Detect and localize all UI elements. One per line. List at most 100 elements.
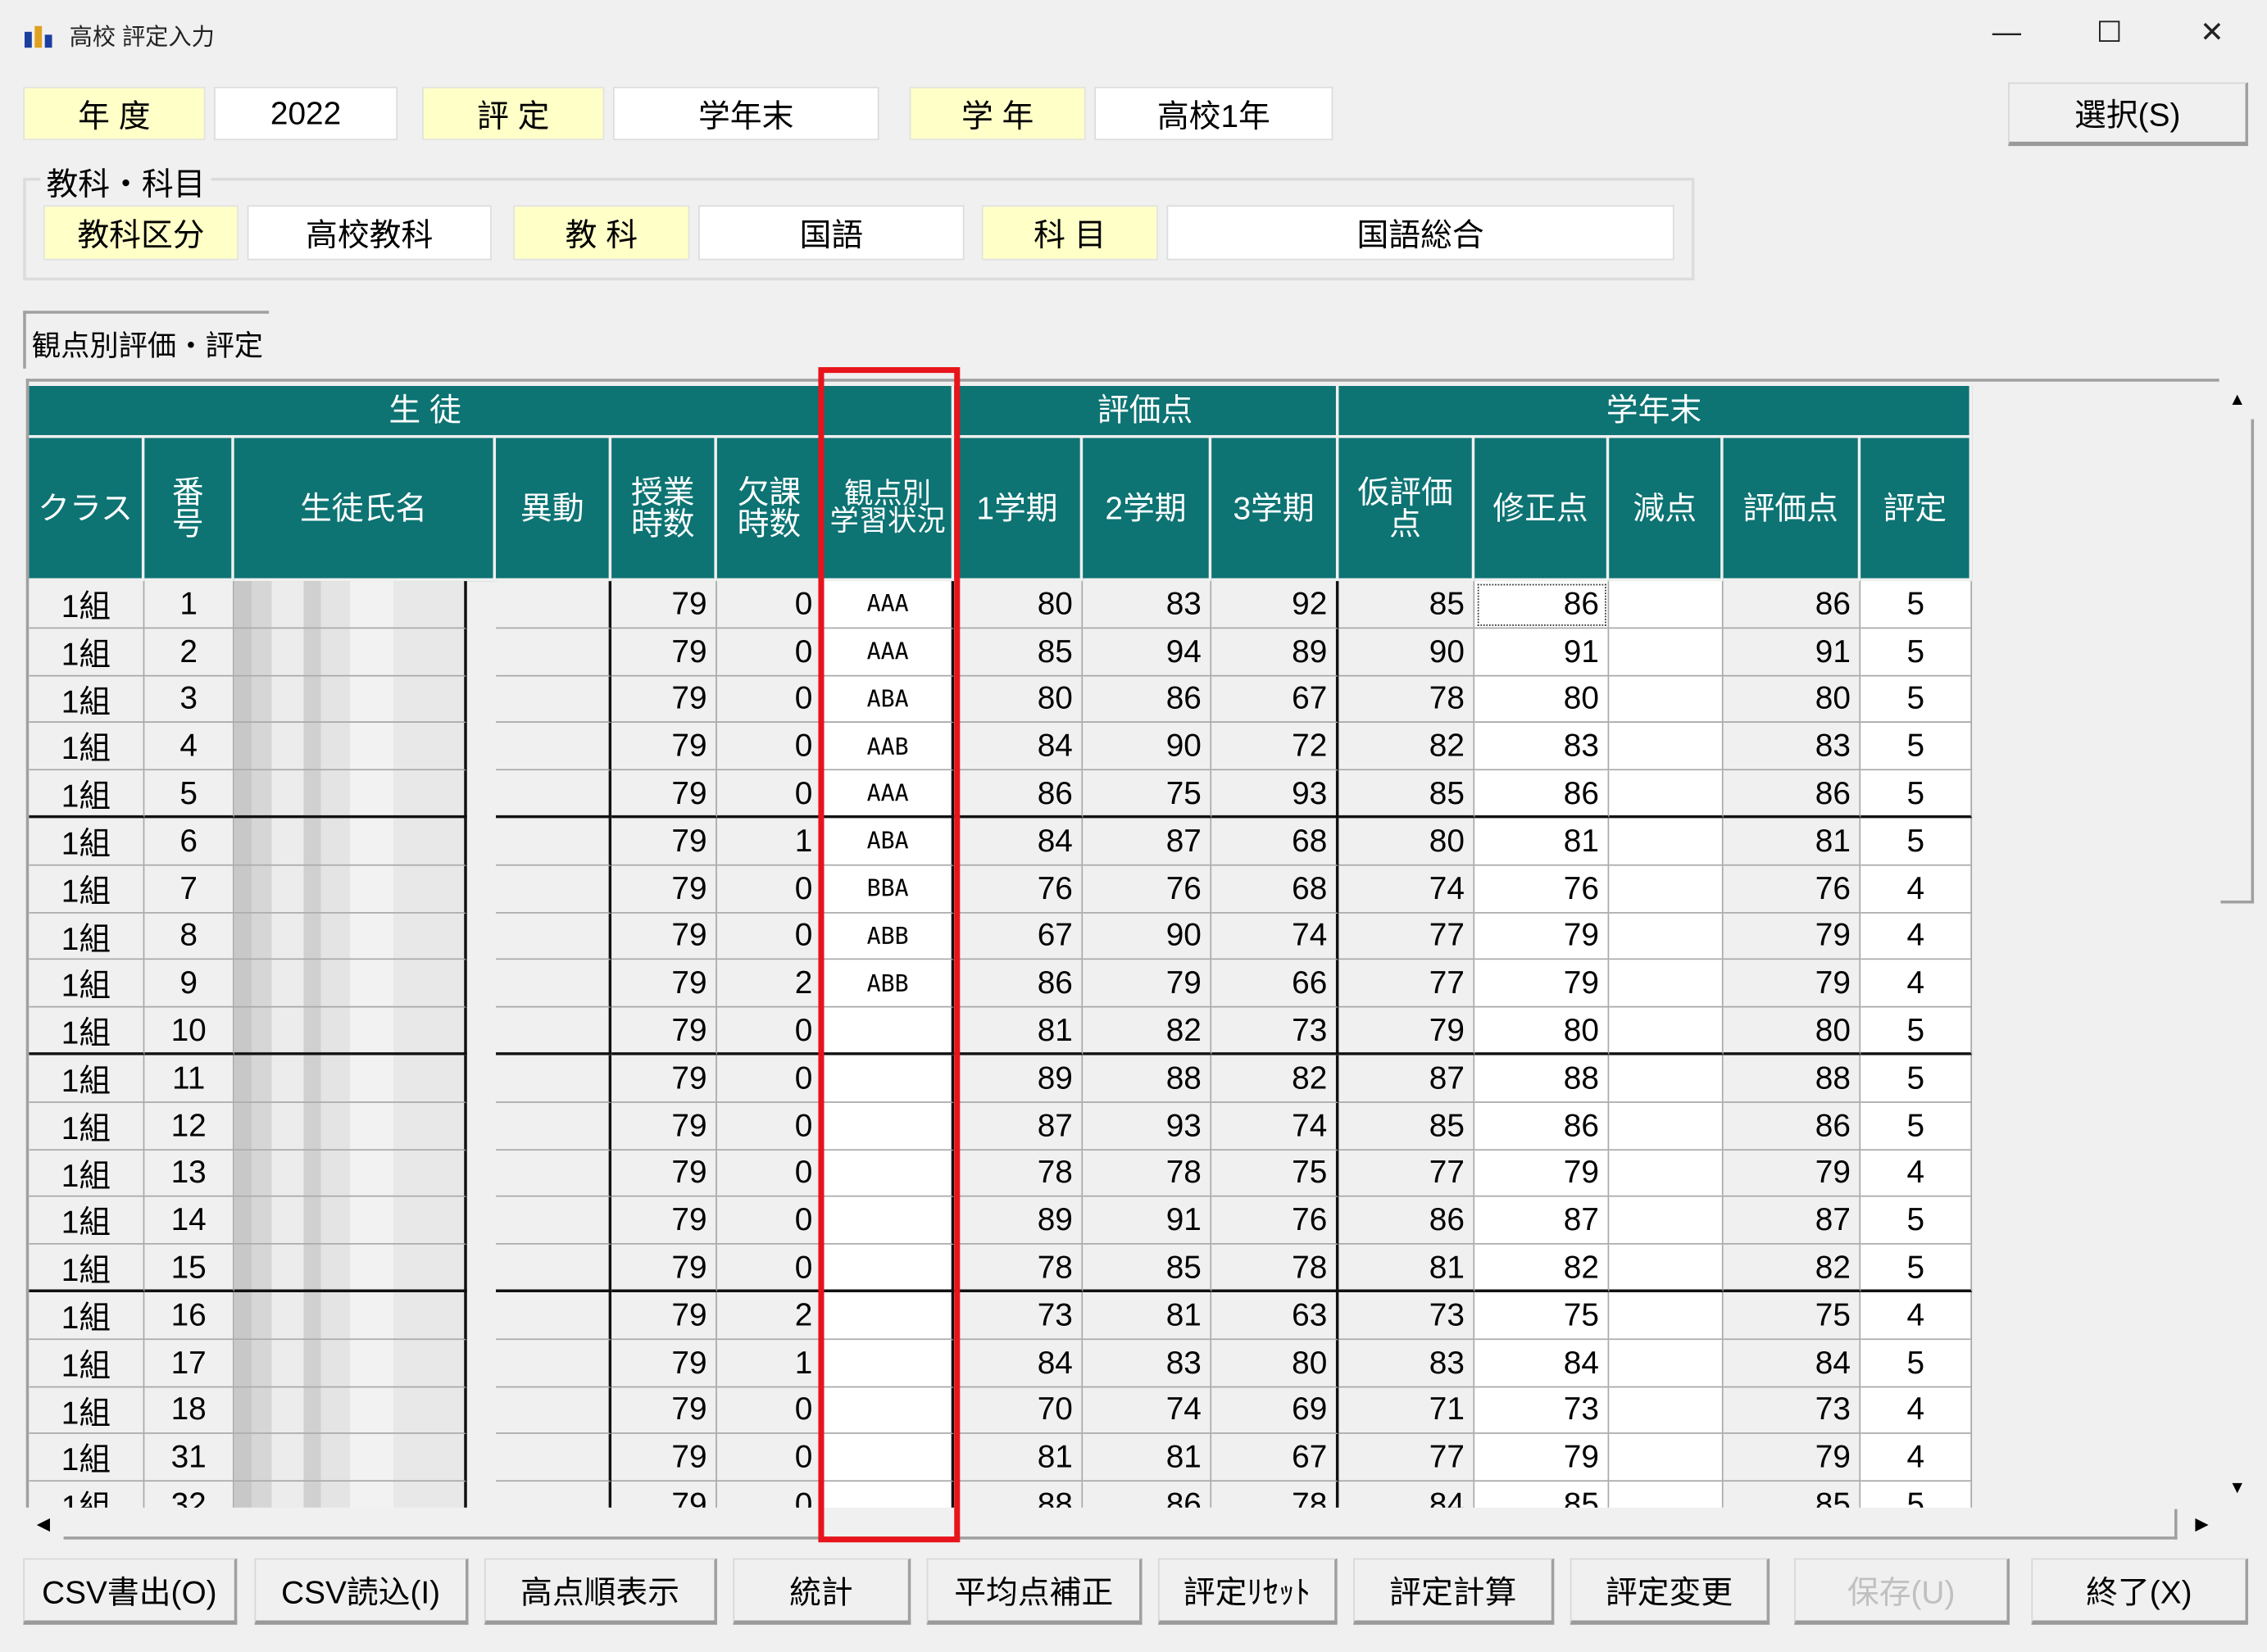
column-header[interactable]: 観点別 学習状況 — [824, 438, 955, 582]
year-field[interactable]: 2022 — [214, 86, 398, 141]
grid-cell-corrected-score[interactable]: 86 — [1474, 581, 1610, 629]
grade-change-button[interactable]: 評定変更 — [1570, 1558, 1770, 1625]
statistics-button[interactable]: 統計 — [733, 1558, 911, 1625]
grade-reset-button[interactable]: 評定ﾘｾｯﾄ — [1157, 1558, 1338, 1625]
grid-cell-corrected-score[interactable]: 84 — [1474, 1339, 1610, 1387]
grid-cell-deduction[interactable] — [1609, 1055, 1724, 1103]
column-header[interactable]: 仮評価点 — [1338, 438, 1475, 582]
grid-cell-corrected-score[interactable]: 83 — [1474, 723, 1610, 771]
grid-cell-corrected-score[interactable]: 79 — [1474, 913, 1610, 960]
grid-cell-viewpoint-status[interactable] — [824, 1386, 955, 1435]
exit-button[interactable]: 終了(X) — [2031, 1558, 2249, 1625]
grid-cell-corrected-score[interactable]: 82 — [1474, 1245, 1610, 1292]
grid-cell-deduction[interactable] — [1609, 628, 1724, 676]
column-header[interactable]: 欠課時数 — [716, 438, 825, 582]
select-button[interactable]: 選択(S) — [2008, 82, 2249, 147]
grid-cell-corrected-score[interactable]: 73 — [1474, 1386, 1610, 1435]
grid-cell-deduction[interactable] — [1609, 581, 1724, 629]
grid-cell-viewpoint-status[interactable] — [824, 1292, 955, 1340]
evaluation-field[interactable]: 学年末 — [612, 86, 879, 141]
column-header[interactable]: 2学期 — [1083, 438, 1212, 582]
column-header[interactable]: 減点 — [1609, 438, 1724, 582]
grid-cell-deduction[interactable] — [1609, 1482, 1724, 1508]
grid-cell-viewpoint-status[interactable]: ABA — [824, 675, 955, 724]
average-adjust-button[interactable]: 平均点補正 — [926, 1558, 1143, 1625]
column-header[interactable]: 評価点 — [1723, 438, 1861, 582]
grid-cell-viewpoint-status[interactable] — [824, 1245, 955, 1292]
grid-cell-viewpoint-status[interactable] — [824, 1055, 955, 1103]
column-header[interactable]: 1学期 — [954, 438, 1084, 582]
grid-cell-viewpoint-status[interactable] — [824, 1197, 955, 1246]
column-header[interactable]: クラス — [29, 438, 145, 582]
grid-cell-corrected-score[interactable]: 79 — [1474, 1150, 1610, 1198]
scroll-left-arrow-icon[interactable]: ◀ — [26, 1508, 61, 1541]
column-header[interactable]: 生徒氏名 — [234, 438, 497, 582]
scroll-right-arrow-icon[interactable]: ▶ — [2184, 1508, 2219, 1541]
grid-cell-viewpoint-status[interactable]: ABB — [824, 913, 955, 960]
scroll-up-arrow-icon[interactable]: ▲ — [2219, 382, 2256, 416]
column-header[interactable]: 3学期 — [1211, 438, 1339, 582]
grid-cell-viewpoint-status[interactable] — [824, 1150, 955, 1198]
grid-cell-deduction[interactable] — [1609, 770, 1724, 819]
grid-cell-corrected-score[interactable]: 86 — [1474, 770, 1610, 819]
grid-cell-corrected-score[interactable]: 75 — [1474, 1292, 1610, 1340]
grid-cell-deduction[interactable] — [1609, 1102, 1724, 1150]
grid-cell-deduction[interactable] — [1609, 1150, 1724, 1198]
grid-cell-viewpoint-status[interactable]: AAA — [824, 628, 955, 676]
csv-import-button[interactable]: CSV読込(I) — [254, 1558, 469, 1625]
grid-cell-viewpoint-status[interactable]: AAB — [824, 723, 955, 771]
minimize-button[interactable]: — — [1978, 11, 2036, 55]
grid-cell-deduction[interactable] — [1609, 1339, 1724, 1387]
grid-cell-corrected-score[interactable]: 87 — [1474, 1197, 1610, 1246]
sort-by-score-button[interactable]: 高点順表示 — [484, 1558, 717, 1625]
grid-cell-deduction[interactable] — [1609, 960, 1724, 1008]
grid-cell-viewpoint-status[interactable] — [824, 1102, 955, 1150]
grid-cell-deduction[interactable] — [1609, 1292, 1724, 1340]
tab-viewpoint-evaluation[interactable]: 観点別評価・評定 — [23, 311, 270, 369]
grid-cell-deduction[interactable] — [1609, 1197, 1724, 1246]
column-header[interactable]: 修正点 — [1474, 438, 1610, 582]
grid-cell-corrected-score[interactable]: 80 — [1474, 1007, 1610, 1055]
grid-cell-deduction[interactable] — [1609, 1434, 1724, 1482]
maximize-button[interactable]: ☐ — [2080, 11, 2138, 55]
course-field[interactable]: 国語総合 — [1166, 205, 1674, 261]
column-header[interactable]: 授業時数 — [611, 438, 717, 582]
grid-cell-deduction[interactable] — [1609, 723, 1724, 771]
category-field[interactable]: 高校教科 — [247, 205, 492, 261]
grid-cell-deduction[interactable] — [1609, 1386, 1724, 1435]
vertical-scroll-thumb[interactable] — [2220, 419, 2255, 904]
grid-cell-deduction[interactable] — [1609, 913, 1724, 960]
grid-cell-deduction[interactable] — [1609, 865, 1724, 914]
grid-cell-viewpoint-status[interactable]: ABA — [824, 818, 955, 866]
grid-cell-viewpoint-status[interactable] — [824, 1339, 955, 1387]
grid-cell-corrected-score[interactable]: 79 — [1474, 960, 1610, 1008]
grid-cell-viewpoint-status[interactable] — [824, 1434, 955, 1482]
grid-cell-corrected-score[interactable]: 91 — [1474, 628, 1610, 676]
grid-cell-corrected-score[interactable]: 85 — [1474, 1482, 1610, 1508]
grid-cell-deduction[interactable] — [1609, 1007, 1724, 1055]
grid-cell-corrected-score[interactable]: 88 — [1474, 1055, 1610, 1103]
column-header[interactable]: 評定 — [1860, 438, 1973, 582]
horizontal-scrollbar[interactable]: ◀ ▶ — [25, 1507, 2219, 1541]
grid-cell-viewpoint-status[interactable]: ABB — [824, 960, 955, 1008]
grid-cell-viewpoint-status[interactable]: BBA — [824, 865, 955, 914]
column-header[interactable]: 番 号 — [144, 438, 234, 582]
close-button[interactable]: ✕ — [2183, 11, 2242, 55]
grid-cell-viewpoint-status[interactable]: AAA — [824, 581, 955, 629]
column-header[interactable]: 異動 — [496, 438, 612, 582]
grid-cell-viewpoint-status[interactable] — [824, 1007, 955, 1055]
grid-cell-viewpoint-status[interactable]: AAA — [824, 770, 955, 819]
grid-cell-deduction[interactable] — [1609, 818, 1724, 866]
save-button[interactable]: 保存(U) — [1794, 1558, 2010, 1625]
grid-cell-deduction[interactable] — [1609, 1245, 1724, 1292]
grid-cell-corrected-score[interactable]: 86 — [1474, 1102, 1610, 1150]
grid-cell-viewpoint-status[interactable] — [824, 1482, 955, 1508]
grade-calc-button[interactable]: 評定計算 — [1353, 1558, 1555, 1625]
grade-field[interactable]: 高校1年 — [1094, 86, 1333, 141]
grid-cell-deduction[interactable] — [1609, 675, 1724, 724]
grid-cell-corrected-score[interactable]: 76 — [1474, 865, 1610, 914]
csv-export-button[interactable]: CSV書出(O) — [23, 1558, 238, 1625]
grid-cell-corrected-score[interactable]: 81 — [1474, 818, 1610, 866]
grid-cell-corrected-score[interactable]: 80 — [1474, 675, 1610, 724]
horizontal-scroll-thumb[interactable] — [63, 1509, 2178, 1540]
